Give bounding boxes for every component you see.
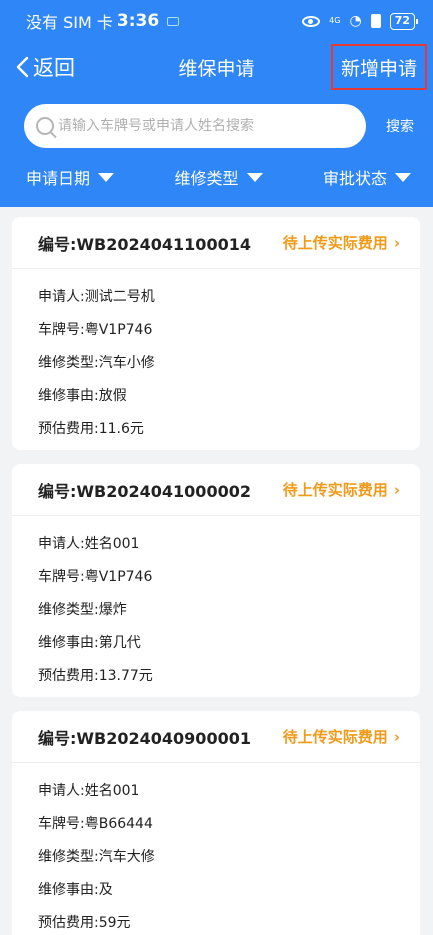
chevron-right-icon: ›: [393, 480, 400, 499]
carrier-info: 没有 SIM 卡 3:36: [26, 9, 180, 33]
chevron-right-icon: ›: [393, 233, 400, 252]
add-application-button[interactable]: 新增申请: [331, 44, 427, 90]
applicant-field: 申请人:姓名001: [38, 536, 140, 552]
repair-reason-field: 维修事由:及: [38, 882, 113, 898]
nav-bar: 返回 维保申请 新增申请: [0, 42, 433, 94]
repair-type-field: 维修类型:爆炸: [38, 602, 127, 618]
search-icon: [36, 117, 54, 135]
filter-apply-date[interactable]: 申请日期: [26, 165, 115, 189]
estimated-cost-field: 预估费用:11.6元: [38, 421, 144, 437]
filter-label: 申请日期: [26, 169, 91, 188]
status-text: 待上传实际费用: [282, 481, 388, 499]
record-number: 编号:WB2024040900001: [38, 728, 251, 748]
status-bar: 没有 SIM 卡 3:36 4G ◔ 72: [0, 0, 433, 42]
plate-field: 车牌号:粤V1P746: [38, 322, 153, 338]
dropdown-triangle-icon: [98, 172, 115, 182]
status-link[interactable]: 待上传实际费用 ›: [283, 232, 400, 253]
clock: 3:36: [116, 11, 160, 31]
card-header: 编号:WB2024041000002 待上传实际费用 ›: [12, 464, 420, 516]
network-label: 4G: [329, 16, 341, 25]
dropdown-triangle-icon: [246, 172, 263, 182]
record-card[interactable]: 编号:WB2024041000002 待上传实际费用 › 申请人:姓名001 车…: [12, 464, 420, 697]
battery-icon: 72: [389, 12, 419, 30]
estimated-cost-field: 预估费用:13.77元: [38, 668, 153, 684]
applicant-field: 申请人:测试二号机: [38, 289, 155, 305]
search-button[interactable]: 搜索: [386, 116, 414, 136]
status-link[interactable]: 待上传实际费用 ›: [283, 479, 400, 500]
header: 没有 SIM 卡 3:36 4G ◔ 72 返回 维保申请 新增申请 搜索 申请…: [0, 0, 433, 207]
repair-type-field: 维修类型:汽车大修: [38, 849, 155, 865]
filter-label: 维修类型: [174, 169, 239, 188]
filter-bar: 申请日期 维修类型 审批状态: [0, 160, 433, 194]
message-icon: [167, 16, 180, 26]
status-text: 待上传实际费用: [282, 234, 388, 252]
card-header: 编号:WB2024040900001 待上传实际费用 ›: [12, 711, 420, 763]
carrier-text: 没有 SIM 卡: [26, 13, 113, 32]
filter-repair-type[interactable]: 维修类型: [174, 165, 263, 189]
record-number: 编号:WB2024041000002: [38, 481, 251, 501]
dropdown-triangle-icon: [394, 172, 411, 182]
vibrate-icon: [370, 14, 381, 28]
search-input[interactable]: [58, 118, 348, 134]
filter-approval-status[interactable]: 审批状态: [323, 165, 411, 189]
estimated-cost-field: 预估费用:59元: [38, 915, 131, 931]
card-body: 申请人:姓名001 车牌号:粤B66444 维修类型:汽车大修 维修事由:及 预…: [12, 763, 420, 935]
wifi-icon: ◔: [349, 13, 362, 29]
status-text: 待上传实际费用: [282, 728, 388, 746]
record-number: 编号:WB2024041100014: [38, 234, 251, 254]
status-icons: 4G ◔ 72: [302, 12, 419, 30]
search-box[interactable]: [24, 104, 366, 148]
card-body: 申请人:测试二号机 车牌号:粤V1P746 维修类型:汽车小修 维修事由:放假 …: [12, 269, 420, 450]
chevron-right-icon: ›: [393, 727, 400, 746]
record-card[interactable]: 编号:WB2024040900001 待上传实际费用 › 申请人:姓名001 车…: [12, 711, 420, 935]
repair-type-field: 维修类型:汽车小修: [38, 355, 155, 371]
status-link[interactable]: 待上传实际费用 ›: [283, 726, 400, 747]
plate-field: 车牌号:粤V1P746: [38, 569, 153, 585]
plate-field: 车牌号:粤B66444: [38, 816, 153, 832]
card-header: 编号:WB2024041100014 待上传实际费用 ›: [12, 217, 420, 269]
eye-icon: [302, 15, 321, 27]
search-bar: 搜索: [24, 104, 414, 150]
filter-label: 审批状态: [322, 169, 387, 188]
repair-reason-field: 维修事由:放假: [38, 388, 127, 404]
card-body: 申请人:姓名001 车牌号:粤V1P746 维修类型:爆炸 维修事由:第几代 预…: [12, 516, 420, 697]
repair-reason-field: 维修事由:第几代: [38, 635, 141, 651]
record-card[interactable]: 编号:WB2024041100014 待上传实际费用 › 申请人:测试二号机 车…: [12, 217, 420, 450]
applicant-field: 申请人:姓名001: [38, 783, 140, 799]
